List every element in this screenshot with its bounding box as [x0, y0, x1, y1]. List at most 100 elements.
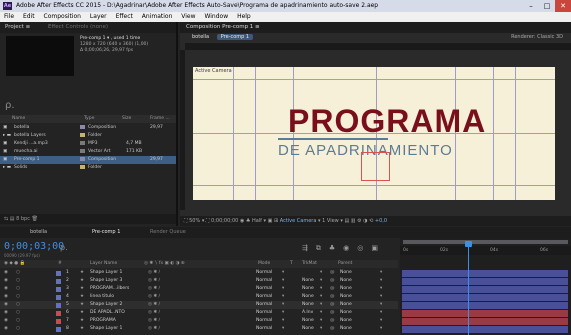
parent-pickwhip-icon[interactable]: @ [330, 317, 335, 325]
anchor-selection-box[interactable] [361, 152, 390, 181]
parent-pickwhip-icon[interactable]: @ [330, 325, 335, 333]
layer-name[interactable]: PROGRAMA [90, 317, 116, 325]
layer-name[interactable]: Shape Layer 3 [90, 277, 122, 285]
layer-switches[interactable]: ◎ ✱ ∕ [148, 317, 160, 325]
label-swatch[interactable] [80, 124, 88, 132]
layer-switches[interactable]: ◎ ✱ ∕ [148, 301, 160, 309]
chevron-down-icon[interactable]: ▾ [320, 309, 322, 317]
project-search-icon[interactable]: ρ. [5, 100, 15, 111]
chevron-down-icon[interactable]: ▾ [380, 277, 382, 285]
layer-duration-bar[interactable] [402, 310, 568, 317]
layer-duration-bar[interactable] [402, 318, 568, 325]
bit-depth-button[interactable]: 8 bpc [16, 216, 30, 222]
layer-mode-dropdown[interactable]: Normal [256, 269, 272, 277]
solo-icon[interactable]: ○ [16, 285, 20, 293]
current-time-display[interactable]: 0;00;00;00 [211, 218, 238, 224]
layer-parent-dropdown[interactable]: None [340, 293, 352, 301]
interpret-footage-icon[interactable]: ⇆ ▤ [4, 216, 16, 222]
chevron-down-icon[interactable]: ▾ [282, 269, 284, 277]
view-dropdown[interactable]: Active Camera [280, 218, 317, 224]
layer-label-color[interactable] [56, 310, 61, 316]
layer-label-color[interactable] [56, 270, 61, 276]
layer-parent-dropdown[interactable]: None [340, 301, 352, 309]
column-parent[interactable]: Parent [338, 260, 352, 268]
layer-duration-bar[interactable] [402, 294, 568, 301]
menu-help[interactable]: Help [237, 13, 251, 20]
label-swatch[interactable] [80, 164, 88, 172]
chevron-down-icon[interactable]: ▾ [380, 325, 382, 333]
visibility-eye-icon[interactable]: ◉ [4, 293, 8, 301]
layer-mode-dropdown[interactable]: Normal [256, 285, 272, 293]
label-swatch[interactable] [80, 156, 88, 164]
layer-name[interactable]: linea titulo [90, 293, 114, 301]
layer-trkmat-dropdown[interactable]: None [302, 325, 314, 333]
project-item[interactable]: ▣ Kendji ...a.mp3 MP3 4,7 MB [0, 140, 176, 148]
visibility-eye-icon[interactable]: ◉ [4, 277, 8, 285]
column-mode[interactable]: Mode [258, 260, 270, 268]
chevron-down-icon[interactable]: ▾ [380, 309, 382, 317]
layer-label-color[interactable] [56, 286, 61, 292]
layer-name[interactable]: DE APADL..NTO [90, 309, 125, 317]
layer-label-color[interactable] [56, 302, 61, 308]
layer-duration-bar[interactable] [402, 270, 568, 277]
current-timecode[interactable]: 0;00;03;00 [4, 241, 64, 252]
solo-icon[interactable]: ○ [16, 309, 20, 317]
close-button[interactable]: ✕ [555, 0, 571, 12]
chevron-down-icon[interactable]: ▾ [282, 293, 284, 301]
project-item[interactable]: ▣ botella Composition 29,97 [0, 124, 176, 132]
layer-trkmat-dropdown[interactable]: None [302, 277, 314, 285]
parent-pickwhip-icon[interactable]: @ [330, 277, 335, 285]
solo-icon[interactable]: ○ [16, 277, 20, 285]
visibility-eye-icon[interactable]: ◉ [4, 301, 8, 309]
menu-window[interactable]: Window [204, 13, 228, 20]
chevron-down-icon[interactable]: ▾ [282, 317, 284, 325]
layer-switches[interactable]: ◎ ✱ ∕ [148, 269, 160, 277]
column-layer-number[interactable]: # [58, 260, 62, 268]
toggle-icons[interactable]: ▾ ▤ ▥ ⚙ ◑ ⟲ [340, 218, 375, 224]
layer-mode-dropdown[interactable]: Normal [256, 277, 272, 285]
chevron-down-icon[interactable]: ▾ [380, 293, 382, 301]
composition-canvas[interactable]: Active Camera PROGRAMA DE APADRINAMIENTO [193, 67, 555, 200]
solo-icon[interactable]: ○ [16, 293, 20, 301]
tab-timeline-botella[interactable]: botella [30, 227, 47, 238]
layer-duration-bar[interactable] [402, 286, 568, 293]
maximize-button[interactable]: □ [539, 0, 555, 12]
layer-parent-dropdown[interactable]: None [340, 317, 352, 325]
magnification-dropdown[interactable]: 50% [189, 218, 200, 224]
visibility-eye-icon[interactable]: ◉ [4, 325, 8, 333]
menu-effect[interactable]: Effect [116, 13, 133, 20]
layer-trkmat-dropdown[interactable]: None [302, 301, 314, 309]
layer-name[interactable]: PROGRAM...ilbers [90, 285, 129, 293]
layer-mode-dropdown[interactable]: Normal [256, 325, 272, 333]
view-layout-dropdown[interactable]: 1 View [322, 218, 339, 224]
chevron-down-icon[interactable]: ▾ [282, 301, 284, 309]
chevron-down-icon[interactable]: ▾ [282, 277, 284, 285]
layer-trkmat-dropdown[interactable]: None [302, 317, 314, 325]
layer-trkmat-dropdown[interactable]: None [302, 293, 314, 301]
layer-trkmat-dropdown[interactable]: None [302, 285, 314, 293]
column-type[interactable]: Type [84, 116, 94, 121]
playhead[interactable] [468, 243, 469, 335]
chevron-down-icon[interactable]: ▾ [320, 277, 322, 285]
layer-switches[interactable]: ◎ ✱ ∕ [148, 325, 160, 333]
exposure-value[interactable]: +0,0 [375, 218, 387, 224]
menu-edit[interactable]: Edit [23, 13, 35, 20]
delete-icon[interactable]: 🗑 [32, 216, 38, 222]
region-icon[interactable]: ▾ ▣ ⊞ [264, 218, 280, 224]
composition-panel-title[interactable]: Composition Pre-comp 1 ≡ [186, 24, 260, 30]
visibility-eye-icon[interactable]: ◉ [4, 285, 8, 293]
project-item[interactable]: ▸ ▬ botella Layers Folder [0, 132, 176, 140]
solo-icon[interactable]: ○ [16, 325, 20, 333]
parent-pickwhip-icon[interactable]: @ [330, 293, 335, 301]
layer-mode-dropdown[interactable]: Normal [256, 317, 272, 325]
layer-mode-dropdown[interactable]: Normal [256, 293, 272, 301]
layer-parent-dropdown[interactable]: None [340, 277, 352, 285]
parent-pickwhip-icon[interactable]: @ [330, 285, 335, 293]
work-area-bar[interactable] [403, 240, 568, 244]
layer-duration-bar[interactable] [402, 326, 568, 333]
chevron-down-icon[interactable]: ▾ [320, 325, 322, 333]
timeline-layer-row[interactable]: ◉ ○ 7 ★ PROGRAMA ◎ ✱ ∕ Normal ▾ None ▾ @ None ▾ [0, 317, 398, 325]
layer-parent-dropdown[interactable]: None [340, 269, 352, 277]
tab-botella[interactable]: botella [192, 34, 209, 40]
chevron-down-icon[interactable]: ▾ ⛶ [202, 218, 211, 224]
